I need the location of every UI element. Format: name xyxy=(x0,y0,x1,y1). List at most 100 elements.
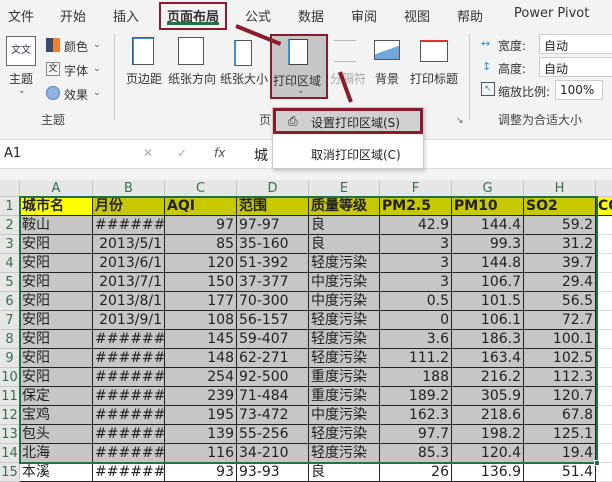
effects-button[interactable]: 效果 xyxy=(64,86,88,103)
column-header-A[interactable]: A xyxy=(20,180,93,197)
table-cell[interactable]: 安阳 xyxy=(20,349,93,368)
scale-input[interactable]: 100% xyxy=(555,80,603,100)
row-header[interactable]: 10 xyxy=(0,368,20,387)
table-cell[interactable]: 125.1 xyxy=(524,425,596,444)
row-header[interactable]: 4 xyxy=(0,254,20,273)
table-cell[interactable]: 3 xyxy=(380,273,452,292)
table-cell[interactable]: 120.4 xyxy=(452,444,524,463)
table-cell[interactable]: 2013/7/1 xyxy=(93,273,165,292)
tab-page-layout[interactable]: 页面布局 xyxy=(159,2,228,30)
table-cell[interactable] xyxy=(596,273,612,292)
table-cell[interactable]: 良 xyxy=(309,463,380,482)
table-cell[interactable]: 305.9 xyxy=(452,387,524,406)
menu-item-set-print-area[interactable]: ⎙ 设置打印区域(S) xyxy=(273,108,423,134)
tab-home[interactable]: 开始 xyxy=(60,6,86,25)
table-cell[interactable] xyxy=(596,254,612,273)
table-cell[interactable]: ####### xyxy=(93,444,165,463)
table-cell[interactable]: 139 xyxy=(165,425,237,444)
table-cell[interactable] xyxy=(596,406,612,425)
column-header-H[interactable]: H xyxy=(524,180,596,197)
column-header-F[interactable]: F xyxy=(380,180,452,197)
table-cell[interactable]: 29.4 xyxy=(524,273,596,292)
table-cell[interactable]: 106.1 xyxy=(452,311,524,330)
table-cell[interactable]: 72.7 xyxy=(524,311,596,330)
enter-icon[interactable]: ✓ xyxy=(177,146,187,160)
column-header-D[interactable]: D xyxy=(237,180,309,197)
cancel-icon[interactable]: ✕ xyxy=(143,146,153,160)
table-cell[interactable]: 108 xyxy=(165,311,237,330)
row-header[interactable]: 14 xyxy=(0,444,20,463)
breaks-button[interactable]: 分隔符 xyxy=(330,70,366,87)
name-box[interactable]: A1 xyxy=(4,146,21,161)
table-cell[interactable]: 144.8 xyxy=(452,254,524,273)
table-cell[interactable]: 102.5 xyxy=(524,349,596,368)
table-cell[interactable]: 中度污染 xyxy=(309,292,380,311)
table-cell[interactable]: 轻度污染 xyxy=(309,254,380,273)
table-cell[interactable]: 轻度污染 xyxy=(309,425,380,444)
table-cell[interactable] xyxy=(596,235,612,254)
row-header[interactable]: 9 xyxy=(0,349,20,368)
height-select[interactable]: 自动 xyxy=(539,57,612,77)
table-cell[interactable]: 106.7 xyxy=(452,273,524,292)
table-cell[interactable]: 198.2 xyxy=(452,425,524,444)
table-cell[interactable] xyxy=(596,330,612,349)
table-cell[interactable]: 70-300 xyxy=(237,292,309,311)
table-cell[interactable]: 安阳 xyxy=(20,311,93,330)
margins-button[interactable]: 页边距 xyxy=(126,70,162,87)
table-cell[interactable]: 85.3 xyxy=(380,444,452,463)
table-cell[interactable]: 145 xyxy=(165,330,237,349)
table-cell[interactable]: 重度污染 xyxy=(309,387,380,406)
tab-help[interactable]: 帮助 xyxy=(457,6,483,25)
table-cell[interactable]: 安阳 xyxy=(20,368,93,387)
table-cell[interactable]: 93-93 xyxy=(237,463,309,482)
table-cell[interactable]: 37-377 xyxy=(237,273,309,292)
row-header[interactable]: 13 xyxy=(0,425,20,444)
table-cell[interactable]: 本溪 xyxy=(20,463,93,482)
table-cell[interactable]: 97 xyxy=(165,216,237,235)
table-cell[interactable]: 安阳 xyxy=(20,254,93,273)
width-select[interactable]: 自动 xyxy=(539,34,612,54)
table-cell[interactable]: 19.4 xyxy=(524,444,596,463)
table-cell[interactable]: 0 xyxy=(380,311,452,330)
table-cell[interactable] xyxy=(596,349,612,368)
column-header-E[interactable]: E xyxy=(309,180,380,197)
table-cell[interactable]: 162.3 xyxy=(380,406,452,425)
row-header[interactable]: 8 xyxy=(0,330,20,349)
table-cell[interactable]: ####### xyxy=(93,330,165,349)
table-cell[interactable]: 55-256 xyxy=(237,425,309,444)
row-header[interactable]: 7 xyxy=(0,311,20,330)
table-cell[interactable]: 93 xyxy=(165,463,237,482)
column-title-cell[interactable]: AQI xyxy=(165,197,237,216)
table-cell[interactable]: 鞍山 xyxy=(20,216,93,235)
table-cell[interactable]: 195 xyxy=(165,406,237,425)
table-cell[interactable]: 188 xyxy=(380,368,452,387)
table-cell[interactable]: 101.5 xyxy=(452,292,524,311)
table-cell[interactable]: 轻度污染 xyxy=(309,330,380,349)
table-cell[interactable]: 186.3 xyxy=(452,330,524,349)
table-cell[interactable]: ####### xyxy=(93,463,165,482)
column-header-I[interactable] xyxy=(596,180,612,197)
table-cell[interactable]: 安阳 xyxy=(20,273,93,292)
tab-data[interactable]: 数据 xyxy=(298,6,324,25)
row-header[interactable]: 6 xyxy=(0,292,20,311)
fonts-button[interactable]: 字体 xyxy=(64,62,88,79)
table-cell[interactable]: 中度污染 xyxy=(309,406,380,425)
table-cell[interactable]: 39.7 xyxy=(524,254,596,273)
table-cell[interactable]: ####### xyxy=(93,368,165,387)
table-cell[interactable]: 0.5 xyxy=(380,292,452,311)
table-cell[interactable] xyxy=(596,216,612,235)
table-cell[interactable]: ####### xyxy=(93,425,165,444)
row-header[interactable]: 2 xyxy=(0,216,20,235)
table-cell[interactable]: 2013/8/1 xyxy=(93,292,165,311)
table-cell[interactable]: 97-97 xyxy=(237,216,309,235)
background-button[interactable]: 背景 xyxy=(375,70,399,87)
table-cell[interactable]: 239 xyxy=(165,387,237,406)
tab-file[interactable]: 文件 xyxy=(8,6,34,25)
table-cell[interactable]: ####### xyxy=(93,349,165,368)
tab-power-pivot[interactable]: Power Pivot xyxy=(514,6,589,21)
table-cell[interactable] xyxy=(596,292,612,311)
column-title-cell[interactable]: PM2.5 xyxy=(380,197,452,216)
column-header-C[interactable]: C xyxy=(165,180,237,197)
table-cell[interactable]: 重度污染 xyxy=(309,368,380,387)
table-cell[interactable]: ####### xyxy=(93,406,165,425)
